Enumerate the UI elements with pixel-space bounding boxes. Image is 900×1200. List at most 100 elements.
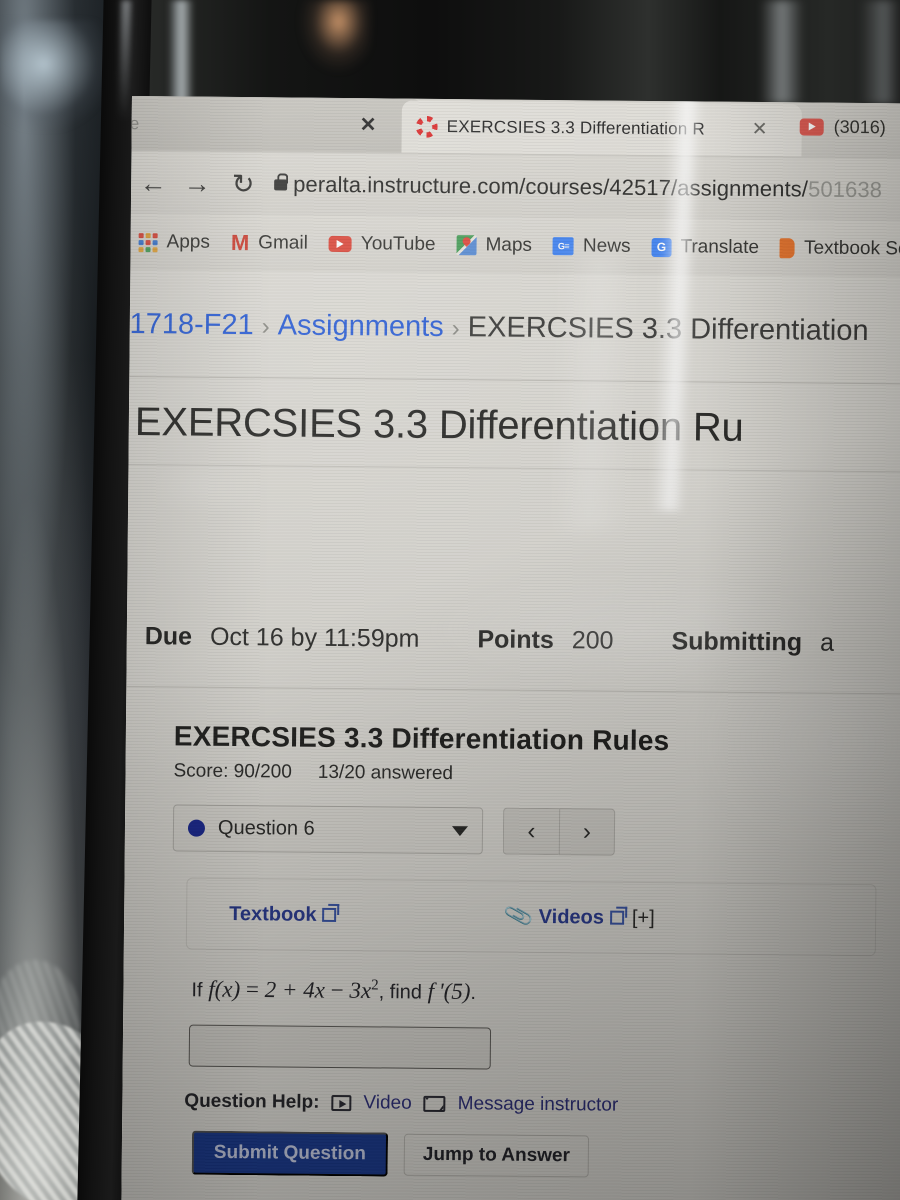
question-pager: ‹ › (502, 807, 616, 856)
forward-icon[interactable]: → (175, 168, 219, 198)
back-icon[interactable]: ← (131, 168, 175, 198)
points-label: Points (477, 625, 554, 655)
question-actions: Submit Question Jump to Answer (191, 1130, 900, 1181)
quiz-answered: 13/20 answered (317, 761, 454, 785)
tab-youtube-label: (3016) (833, 116, 886, 138)
question-status-dot (187, 819, 206, 837)
question-help-label: Question Help: (184, 1090, 320, 1113)
glare-warm-reflection (300, 0, 370, 72)
browser-toolbar: ← → ↻ peralta.instructure.com/courses/42… (130, 151, 900, 222)
jump-to-answer-button[interactable]: Jump to Answer (403, 1133, 590, 1178)
question-minus: − (330, 977, 344, 1003)
videos-link-label: Videos (538, 905, 605, 929)
google-maps-icon (456, 235, 477, 256)
bookmark-maps[interactable]: Maps (448, 234, 540, 257)
prev-question-button[interactable]: ‹ (502, 807, 560, 856)
video-play-icon (331, 1094, 352, 1111)
gmail-icon: M (230, 229, 250, 256)
due-value: Oct 16 by 11:59pm (209, 622, 420, 653)
quiz-score: Score: 90/200 (173, 760, 292, 783)
bookmark-translate[interactable]: G Translate (643, 236, 767, 259)
reload-icon[interactable]: ↻ (219, 168, 267, 198)
address-bar[interactable]: peralta.instructure.com/courses/42517/as… (293, 172, 882, 204)
quiz-heading: EXERCSIES 3.3 Differentiation Rules (173, 720, 670, 757)
external-link-icon (322, 907, 337, 923)
tab-youtube[interactable]: (3016) (799, 116, 886, 138)
bookmark-textbook-solutions[interactable]: Textbook So (772, 237, 900, 260)
due-label: Due (144, 622, 193, 651)
browser-tab-strip: Homepage ✕ EXERCSIES 3.3 Differentiation… (121, 96, 900, 160)
external-link-icon (609, 910, 624, 925)
bookmark-gmail[interactable]: M Gmail (223, 229, 316, 256)
breadcrumb-current: EXERCSIES 3.3 Differentiation (467, 311, 869, 348)
url-text-dim: 501638 (807, 176, 883, 203)
youtube-icon (799, 118, 824, 136)
message-instructor-link[interactable]: Message instructor (458, 1093, 619, 1117)
answer-input[interactable] (188, 1024, 492, 1070)
question-derivative: f '(5) (427, 978, 471, 1004)
tab-exercises[interactable]: EXERCSIES 3.3 Differentiation R (401, 100, 802, 157)
question-expression-a: 2 + 4x (264, 976, 326, 1003)
question-equals: = (245, 976, 260, 1002)
textbook-link-label: Textbook (229, 902, 317, 926)
quiz-status: Score: 90/200 13/20 answered (173, 760, 900, 789)
breadcrumb: -41718-F21 › Assignments › EXERCSIES 3.3 Dif… (121, 308, 868, 348)
monitor-photo: Homepage ✕ EXERCSIES 3.3 Differentiation… (0, 0, 900, 1200)
expand-resources-button[interactable]: [+] (632, 906, 655, 929)
canvas-page: -41718-F21 › Assignments › EXERCSIES 3.3 Dif… (121, 269, 900, 1200)
bookmark-translate-label: Translate (680, 236, 760, 259)
quiz-tool: EXERCSIES 3.3 Differentiation Rules Scor… (170, 720, 900, 1181)
breadcrumb-assignments[interactable]: Assignments (278, 309, 444, 343)
envelope-icon (423, 1095, 446, 1112)
resource-toolbar: Textbook 📎 Videos [+] (185, 877, 877, 957)
question-selector[interactable]: Question 6 (172, 804, 484, 855)
submitting-label: Submitting (671, 627, 803, 657)
bookmark-textbook-label: Textbook So (803, 237, 900, 260)
lock-icon (273, 178, 287, 190)
question-period: . (470, 981, 477, 1004)
submit-question-button[interactable]: Submit Question (191, 1130, 389, 1177)
assignment-meta: Due Oct 16 by 11:59pm Points 200 Submitt… (145, 622, 834, 658)
breadcrumb-separator-1: › (261, 313, 270, 341)
url-text: peralta.instructure.com/courses/42517/as… (293, 171, 809, 202)
youtube-icon (328, 235, 352, 253)
question-comma: , find (378, 981, 423, 1004)
loading-spinner-icon (415, 115, 438, 138)
bookmark-apps[interactable]: Apps (130, 231, 218, 254)
textbook-solutions-icon (779, 238, 796, 259)
bookmarks-bar: Apps M Gmail YouTube Maps G≡ News G Tran… (130, 213, 900, 278)
textbook-link[interactable]: Textbook (229, 902, 337, 926)
monitor-screen: Homepage ✕ EXERCSIES 3.3 Differentiation… (121, 96, 900, 1200)
videos-link[interactable]: Videos (539, 905, 624, 929)
question-text: If f(x) = 2 + 4x − 3x2, find f '(5). (191, 976, 900, 1010)
glare-streak-top-left (168, 0, 194, 104)
glare-streak-top-far-right (860, 0, 900, 104)
close-icon-active-tab[interactable]: ✕ (752, 118, 768, 141)
divider-under-meta (126, 685, 900, 695)
divider-under-title (128, 463, 900, 473)
question-help-row: Question Help: Video Message instructor (184, 1090, 900, 1119)
bookmark-apps-label: Apps (166, 231, 211, 253)
paperclip-icon: 📎 (503, 901, 536, 932)
bookmark-news[interactable]: G≡ News (545, 235, 639, 258)
question-selector-label: Question 6 (217, 816, 315, 840)
question-expression-b: 3x (349, 977, 372, 1003)
question-nav-row: Question 6 ‹ › (172, 804, 900, 858)
submitting-value: a (819, 628, 835, 657)
question-prefix: If (191, 979, 203, 1002)
bookmark-youtube[interactable]: YouTube (321, 233, 444, 256)
apps-grid-icon (138, 232, 158, 252)
chevron-down-icon (451, 825, 469, 836)
page-title: EXERCSIES 3.3 Differentiation Ru (134, 400, 744, 450)
divider-under-breadcrumb (129, 375, 900, 385)
question-function: f(x) (208, 976, 241, 1002)
breadcrumb-separator-2: › (451, 315, 460, 343)
bookmark-youtube-label: YouTube (360, 233, 436, 255)
bookmark-gmail-label: Gmail (258, 232, 308, 254)
breadcrumb-course[interactable]: -41718-F21 (121, 308, 254, 341)
help-video-link[interactable]: Video (363, 1092, 411, 1114)
close-icon[interactable]: ✕ (360, 112, 377, 137)
bookmark-maps-label: Maps (485, 234, 533, 256)
next-question-button[interactable]: › (558, 808, 616, 856)
google-news-icon: G≡ (552, 237, 575, 256)
